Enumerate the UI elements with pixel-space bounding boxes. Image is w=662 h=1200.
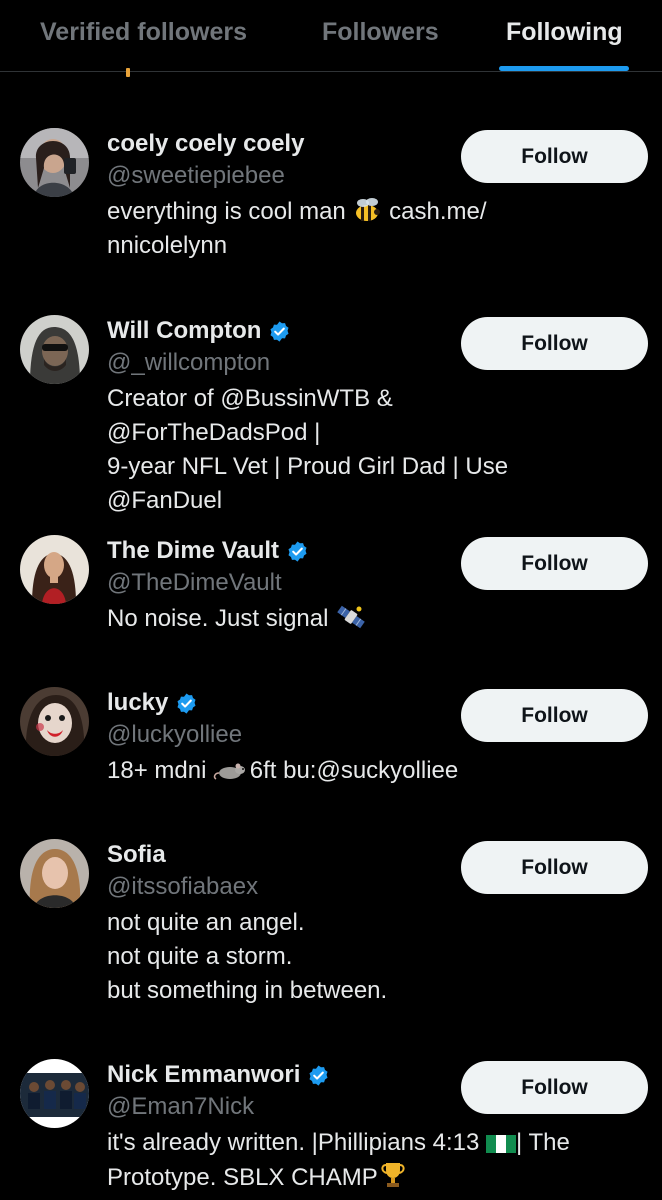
refresh-indicator bbox=[126, 68, 130, 77]
bio-text: it's already written. |Phillipians 4:13 bbox=[107, 1129, 480, 1156]
bio-text-2: 6ft bu:@suckyolliee bbox=[249, 757, 459, 784]
tab-followers[interactable]: Followers bbox=[322, 18, 439, 47]
verified-badge-icon bbox=[175, 692, 198, 715]
user-bio: 18+ mdni 6ft bu:@suckyolliee bbox=[107, 754, 547, 788]
verified-badge-icon bbox=[286, 540, 309, 563]
display-name[interactable]: The Dime Vault bbox=[107, 537, 279, 565]
avatar[interactable] bbox=[20, 315, 89, 384]
rat-emoji-icon bbox=[213, 757, 246, 785]
satellite-emoji-icon bbox=[335, 603, 365, 631]
tab-bar: Verified followers Followers Following bbox=[0, 0, 662, 72]
nigeria-flag-icon bbox=[486, 1131, 516, 1159]
user-bio: it's already written. |Phillipians 4:13 … bbox=[107, 1126, 627, 1195]
avatar[interactable] bbox=[20, 687, 89, 756]
user-bio: Creator of @BussinWTB & @ForTheDadsPod |… bbox=[107, 385, 509, 514]
avatar[interactable] bbox=[20, 128, 89, 197]
avatar[interactable] bbox=[20, 839, 89, 908]
display-name[interactable]: Nick Emmanwori bbox=[107, 1061, 300, 1089]
tab-verified-followers[interactable]: Verified followers bbox=[40, 18, 247, 47]
display-name[interactable]: Sofia bbox=[107, 841, 166, 869]
follow-button[interactable]: Follow bbox=[461, 130, 648, 183]
follow-button[interactable]: Follow bbox=[461, 841, 648, 894]
trophy-emoji-icon bbox=[378, 1160, 408, 1188]
follow-button[interactable]: Follow bbox=[461, 1061, 648, 1114]
bio-text: No noise. Just signal bbox=[107, 605, 329, 632]
follow-button[interactable]: Follow bbox=[461, 537, 648, 590]
follow-button[interactable]: Follow bbox=[461, 689, 648, 742]
user-bio: not quite an angel. not quite a storm. b… bbox=[107, 909, 388, 1004]
bio-link-continued[interactable]: nnicolelynn bbox=[107, 232, 227, 259]
display-name[interactable]: lucky bbox=[107, 689, 168, 717]
bee-emoji-icon bbox=[352, 196, 382, 224]
active-tab-indicator bbox=[499, 66, 629, 71]
tab-following[interactable]: Following bbox=[506, 18, 623, 47]
avatar[interactable] bbox=[20, 535, 89, 604]
bio-text: everything is cool man bbox=[107, 198, 346, 225]
bio-text-2: | The bbox=[516, 1129, 570, 1156]
verified-badge-icon bbox=[307, 1064, 330, 1087]
bio-text-3: Prototype. SBLX CHAMP bbox=[107, 1164, 378, 1191]
follow-button[interactable]: Follow bbox=[461, 317, 648, 370]
display-name[interactable]: coely coely coely bbox=[107, 130, 304, 158]
user-bio: No noise. Just signal bbox=[107, 602, 547, 636]
user-bio: everything is cool man cash.me/ nnicolel… bbox=[107, 195, 547, 263]
display-name[interactable]: Will Compton bbox=[107, 317, 261, 345]
verified-badge-icon bbox=[268, 320, 291, 343]
avatar[interactable] bbox=[20, 1059, 89, 1128]
bio-link[interactable]: cash.me/ bbox=[389, 198, 486, 225]
bio-text: 18+ mdni bbox=[107, 757, 207, 784]
